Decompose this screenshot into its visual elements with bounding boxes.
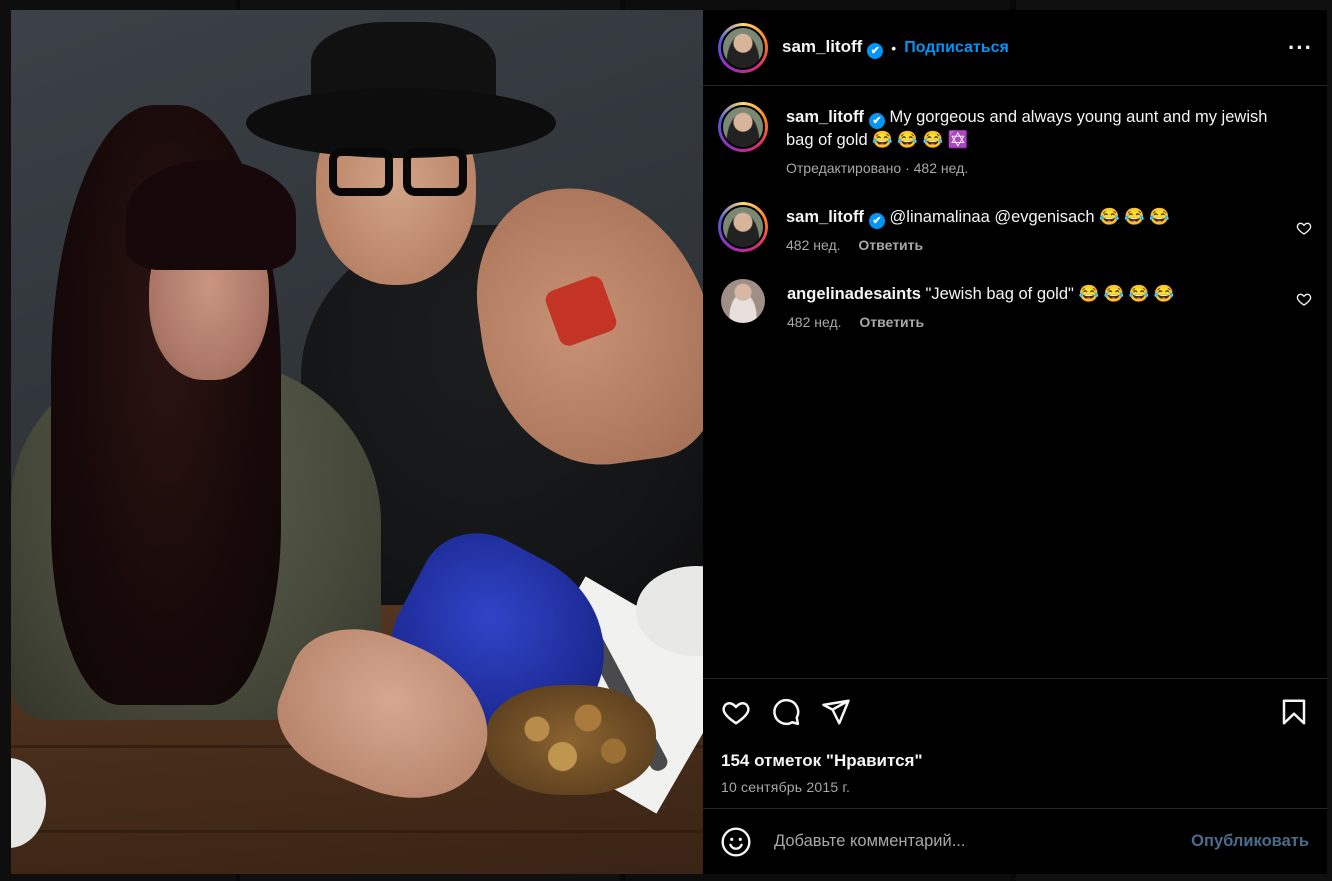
photo-coins [486, 685, 656, 795]
avatar-image [721, 105, 765, 149]
avatar-image [721, 205, 765, 249]
post-header: sam_litoff ✔ • Подписаться ··· [703, 10, 1327, 86]
comment-item: sam_litoff ✔ @linamalinaa @evgenisach 😂 😂… [718, 202, 1312, 253]
comment-time[interactable]: 482 нед. [786, 237, 841, 253]
share-icon[interactable] [821, 697, 851, 727]
verified-icon: ✔ [868, 213, 885, 229]
post-comment-button[interactable]: Опубликовать [1191, 832, 1309, 851]
comment-icon[interactable] [771, 697, 801, 727]
comment-like-icon[interactable] [1296, 291, 1312, 307]
more-options-icon[interactable]: ··· [1288, 35, 1313, 61]
commenter-avatar[interactable] [721, 279, 765, 323]
comments-list: sam_litoff ✔ My gorgeous and always young… [703, 86, 1327, 678]
avatar-image [721, 279, 765, 323]
comment-username[interactable]: sam_litoff [786, 208, 864, 226]
photo-woman-bangs [126, 160, 296, 270]
verified-icon: ✔ [868, 113, 885, 129]
caption-meta: Отредактировано · 482 нед. [786, 160, 969, 176]
likes-count[interactable]: 154 отметок "Нравится" [721, 751, 1309, 771]
action-icons [721, 693, 1309, 731]
heart-icon[interactable] [721, 697, 751, 727]
comment-text: "Jewish bag of gold" 😂 😂 😂 😂 [925, 285, 1175, 303]
reply-button[interactable]: Ответить [859, 314, 924, 330]
bookmark-icon[interactable] [1279, 697, 1309, 727]
author-avatar[interactable] [718, 102, 768, 152]
photo-plank [11, 830, 703, 833]
post-photo[interactable] [11, 10, 703, 874]
avatar-image [721, 25, 765, 70]
comment-time[interactable]: 482 нед. [787, 314, 842, 330]
comment-text: @linamalinaa @evgenisach 😂 😂 😂 [889, 208, 1170, 226]
comment-username[interactable]: sam_litoff [786, 108, 864, 126]
author-avatar[interactable] [718, 22, 768, 73]
post-side-panel: sam_litoff ✔ • Подписаться ··· sam_litoff… [703, 10, 1327, 874]
comment-body: sam_litoff ✔ @linamalinaa @evgenisach 😂 😂… [786, 206, 1286, 253]
photo-hat-brim [246, 88, 556, 158]
comment-text-block: sam_litoff ✔ @linamalinaa @evgenisach 😂 😂… [786, 206, 1286, 229]
author-username[interactable]: sam_litoff ✔ [782, 36, 884, 59]
comment-username[interactable]: angelinadesaints [787, 285, 921, 303]
comment-meta: 482 нед. Ответить [787, 314, 1287, 330]
post-modal: sam_litoff ✔ • Подписаться ··· sam_litoff… [11, 10, 1327, 874]
caption-text-block: sam_litoff ✔ My gorgeous and always young… [786, 106, 1286, 152]
comment-like-icon[interactable] [1296, 220, 1312, 236]
caption-body: sam_litoff ✔ My gorgeous and always young… [786, 106, 1286, 176]
separator-dot: • [891, 39, 897, 56]
add-comment-bar: Добавьте комментарий... Опубликовать [703, 808, 1327, 874]
verified-icon: ✔ [867, 42, 884, 59]
comment-item: angelinadesaints "Jewish bag of gold" 😂 … [718, 279, 1312, 330]
photo-glasses [403, 148, 467, 196]
comment-text-block: angelinadesaints "Jewish bag of gold" 😂 … [787, 283, 1287, 306]
comment-meta: 482 нед. Ответить [786, 237, 1286, 253]
comment-input[interactable]: Добавьте комментарий... [774, 832, 1191, 851]
author-username-text: sam_litoff [782, 36, 863, 56]
comment-body: angelinadesaints "Jewish bag of gold" 😂 … [787, 283, 1287, 330]
post-actions: 154 отметок "Нравится" 10 сентябрь 2015 … [703, 678, 1327, 808]
photo-glasses [329, 148, 393, 196]
commenter-avatar[interactable] [718, 202, 768, 252]
reply-button[interactable]: Ответить [858, 237, 923, 253]
emoji-icon[interactable] [720, 826, 752, 858]
post-date[interactable]: 10 сентябрь 2015 г. [721, 779, 1309, 795]
follow-button[interactable]: Подписаться [904, 39, 1009, 57]
caption: sam_litoff ✔ My gorgeous and always young… [718, 102, 1312, 176]
